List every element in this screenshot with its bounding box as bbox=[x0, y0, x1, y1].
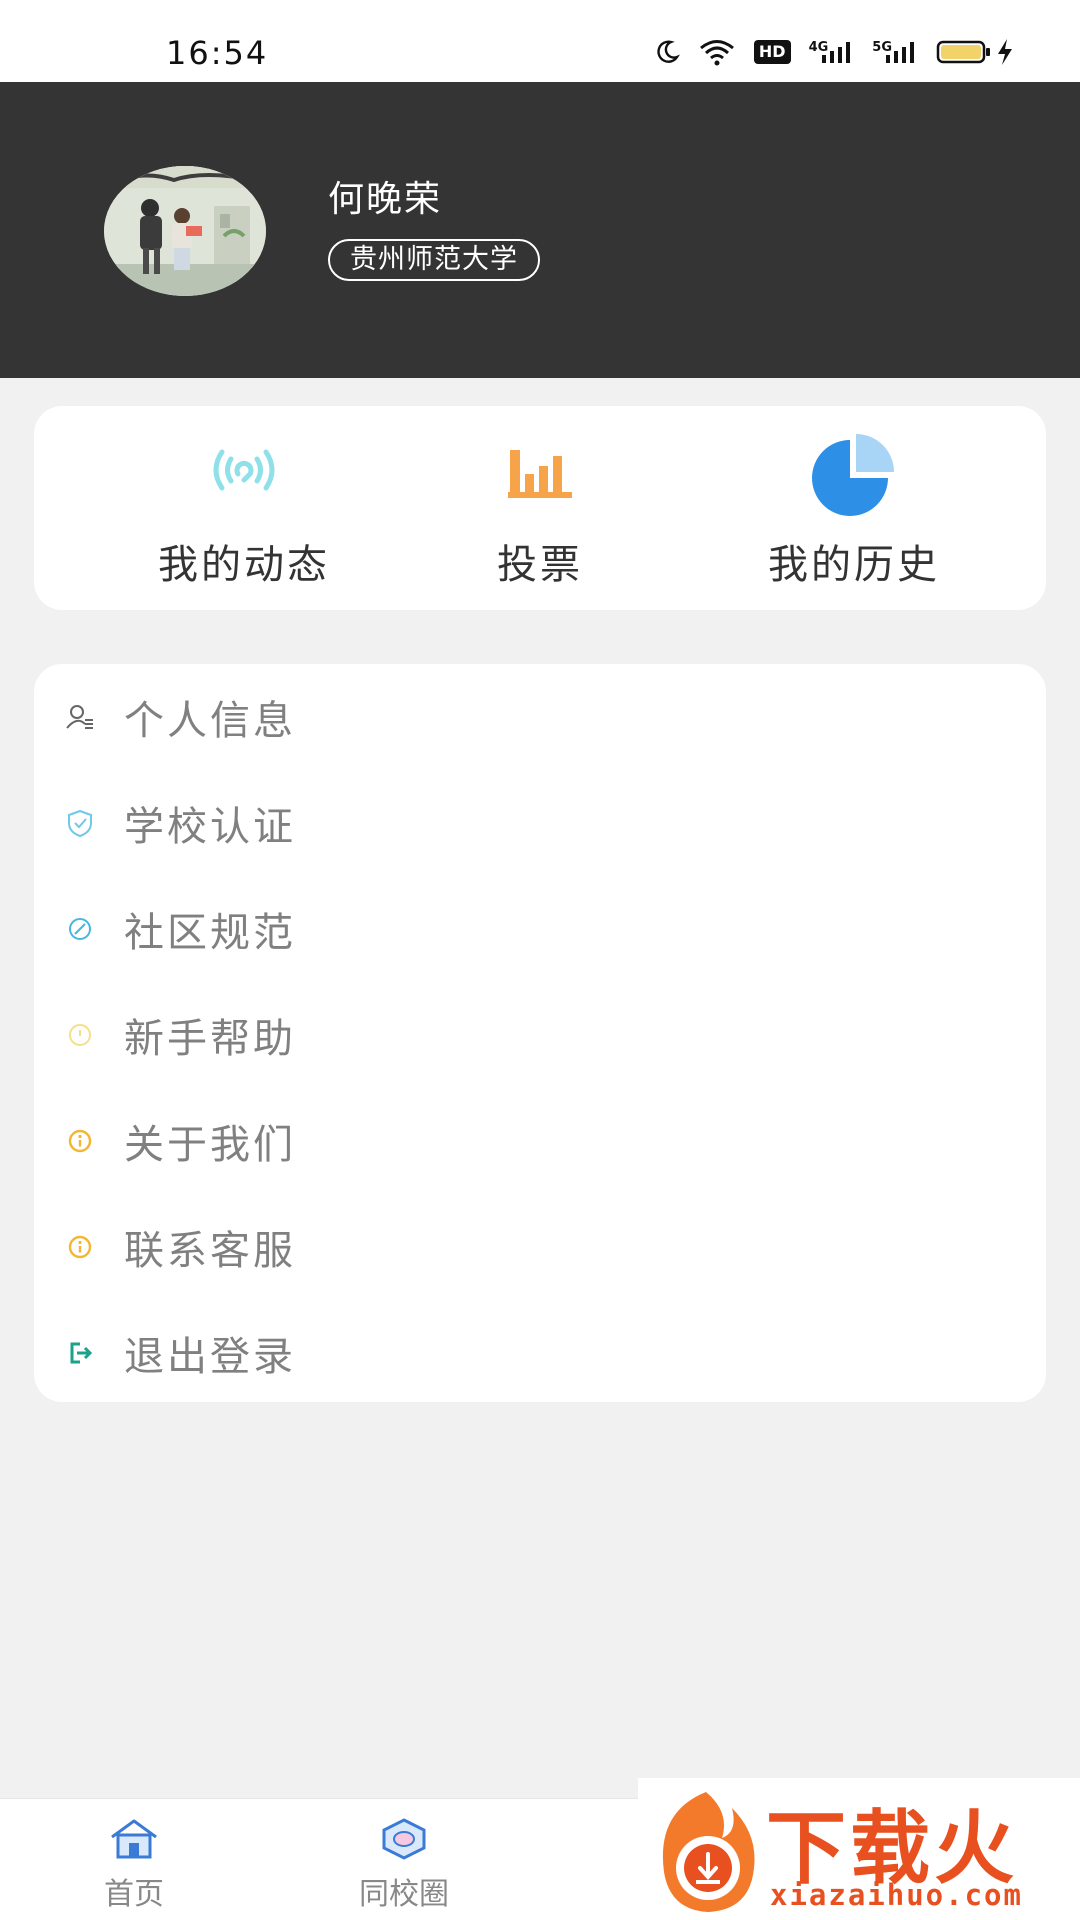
menu-item-personal-info[interactable]: 个人信息 bbox=[34, 664, 1046, 770]
menu-item-label: 新手帮助 bbox=[124, 1016, 296, 1062]
net-5g-label: 5G bbox=[872, 40, 892, 55]
nav-tab-home[interactable]: 首页 bbox=[34, 1799, 234, 1920]
compass-icon bbox=[64, 913, 96, 945]
logout-icon bbox=[64, 1337, 96, 1369]
menu-item-beginner-help[interactable]: 新手帮助 bbox=[34, 982, 1046, 1088]
status-bar: 16:54 HD 4G 5G bbox=[0, 0, 1080, 82]
profile-header: 何晚荣 贵州师范大学 bbox=[0, 82, 1080, 378]
watermark: 下载火 xiazaihuo.com bbox=[638, 1778, 1080, 1920]
menu-item-label: 学校认证 bbox=[124, 804, 296, 850]
wifi-icon bbox=[698, 38, 736, 66]
nav-tab-label: 同校圈 bbox=[359, 1877, 449, 1912]
quick-action-label: 投票 bbox=[497, 542, 583, 588]
status-time: 16:54 bbox=[166, 34, 269, 72]
help-icon bbox=[64, 1019, 96, 1051]
user-info-icon bbox=[64, 701, 96, 733]
menu-item-label: 个人信息 bbox=[124, 698, 296, 744]
battery-icon bbox=[936, 39, 992, 65]
signal-4g-icon: 4G bbox=[809, 39, 855, 65]
info-icon bbox=[64, 1125, 96, 1157]
quick-action-label: 我的动态 bbox=[158, 542, 330, 588]
status-icons: HD 4G 5G bbox=[654, 38, 1014, 66]
menu-item-label: 关于我们 bbox=[124, 1122, 296, 1168]
net-4g-label: 4G bbox=[808, 40, 829, 55]
shield-icon bbox=[64, 807, 96, 839]
home-icon bbox=[108, 1817, 160, 1865]
bar-chart-icon bbox=[500, 430, 580, 514]
user-name: 何晚荣 bbox=[328, 179, 443, 220]
quick-action-label: 我的历史 bbox=[768, 542, 940, 588]
nav-tab-label: 首页 bbox=[104, 1877, 164, 1912]
broadcast-icon bbox=[204, 430, 284, 514]
quick-actions-card: 我的动态 投票 我的历史 bbox=[34, 406, 1046, 610]
menu-item-label: 社区规范 bbox=[124, 910, 296, 956]
settings-menu-card: 个人信息 学校认证 社区规范 新手帮助 关于我们 联系客服 退出登录 bbox=[34, 664, 1046, 1402]
info-icon bbox=[64, 1231, 96, 1263]
menu-item-contact-support[interactable]: 联系客服 bbox=[34, 1194, 1046, 1300]
avatar-illustration bbox=[104, 166, 266, 296]
watermark-url: xiazaihuo.com bbox=[770, 1878, 1023, 1912]
menu-item-label: 联系客服 bbox=[124, 1228, 296, 1274]
menu-item-community-rules[interactable]: 社区规范 bbox=[34, 876, 1046, 982]
flame-logo-icon bbox=[646, 1782, 766, 1920]
campus-circle-icon bbox=[378, 1817, 430, 1865]
nav-tab-campus-circle[interactable]: 同校圈 bbox=[304, 1799, 504, 1920]
school-badge: 贵州师范大学 bbox=[328, 239, 540, 281]
quick-action-my-history[interactable]: 我的历史 bbox=[704, 406, 1004, 610]
pie-chart-icon bbox=[804, 430, 904, 520]
avatar[interactable] bbox=[104, 166, 266, 296]
menu-item-school-verification[interactable]: 学校认证 bbox=[34, 770, 1046, 876]
quick-action-my-posts[interactable]: 我的动态 bbox=[94, 406, 394, 610]
charging-icon bbox=[996, 38, 1014, 66]
menu-item-label: 退出登录 bbox=[124, 1334, 296, 1380]
menu-item-logout[interactable]: 退出登录 bbox=[34, 1300, 1046, 1406]
menu-item-about-us[interactable]: 关于我们 bbox=[34, 1088, 1046, 1194]
moon-icon bbox=[654, 39, 680, 65]
quick-action-vote[interactable]: 投票 bbox=[390, 406, 690, 610]
hd-icon: HD bbox=[753, 40, 791, 64]
signal-5g-icon: 5G bbox=[872, 39, 918, 65]
